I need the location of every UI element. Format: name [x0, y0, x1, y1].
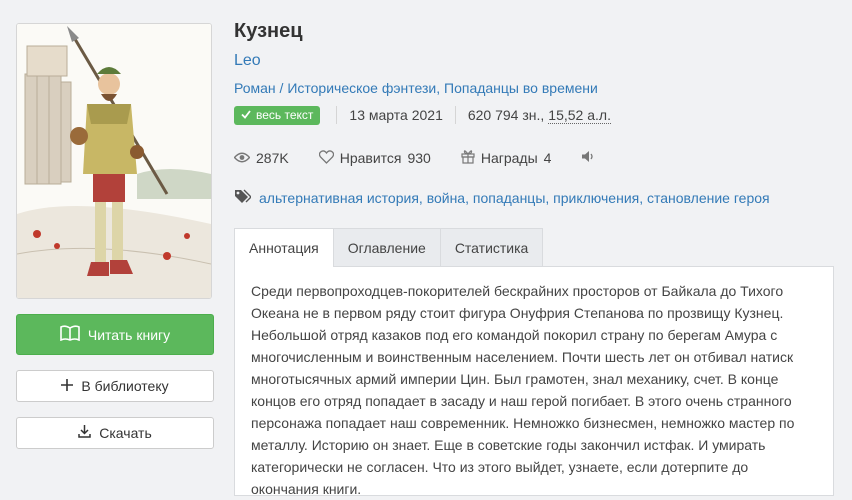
- tag-icon: [234, 189, 252, 206]
- download-icon: [78, 425, 91, 441]
- tab-contents[interactable]: Оглавление: [332, 228, 441, 266]
- author-link[interactable]: Leo: [234, 52, 834, 70]
- speaker-icon: [581, 150, 595, 166]
- book-title: Кузнец: [234, 20, 303, 42]
- views-stat: 287K: [233, 150, 289, 166]
- tab-statistics[interactable]: Статистика: [439, 228, 544, 266]
- download-button[interactable]: Скачать: [16, 417, 214, 449]
- awards-count: 4: [543, 150, 552, 166]
- views-count: 287K: [256, 150, 289, 166]
- listen-button[interactable]: [581, 150, 595, 166]
- book-info: Кузнец Leo Роман / Историческое фэнтези,…: [233, 18, 834, 206]
- book-size-chars: 620 794 зн.,: [467, 107, 545, 123]
- tag-link[interactable]: альтернативная история: [259, 190, 419, 206]
- heart-icon: [318, 149, 334, 167]
- annotation-panel: Среди первопроходцев-покорителей бескрай…: [234, 266, 834, 497]
- tags-row: альтернативная история, война, попаданцы…: [234, 189, 834, 206]
- tab-annotation[interactable]: Аннотация: [234, 228, 334, 267]
- genre-separator: ,: [436, 80, 445, 96]
- tag-link[interactable]: война: [427, 190, 465, 206]
- divider: [454, 106, 456, 124]
- left-column: Читать книгу В библиотеку Скачать: [16, 23, 214, 449]
- tag-link[interactable]: становление героя: [647, 190, 770, 206]
- full-text-label: весь текст: [256, 108, 314, 122]
- tag-separator: ,: [639, 189, 647, 206]
- tag-link[interactable]: приключения: [553, 190, 639, 206]
- tag-separator: ,: [418, 189, 427, 206]
- book-cover[interactable]: [16, 23, 212, 299]
- tag-separator: ,: [545, 189, 554, 206]
- annotation-text: Среди первопроходцев-покорителей бескрай…: [251, 283, 795, 497]
- gift-icon: [461, 149, 475, 167]
- plus-icon: [61, 378, 74, 394]
- full-text-badge: весь текст: [234, 105, 321, 125]
- tag-separator: ,: [465, 189, 473, 206]
- likes-count: 930: [407, 150, 431, 166]
- eye-icon: [233, 150, 251, 166]
- book-size-sheets: 15,52 а.л.: [548, 106, 611, 124]
- divider: [336, 106, 338, 124]
- tag-list: альтернативная история, война, попаданцы…: [259, 190, 770, 206]
- genre-link[interactable]: Историческое фэнтези: [287, 80, 436, 96]
- read-book-label: Читать книгу: [87, 326, 171, 343]
- awards-label: Награды: [480, 150, 538, 166]
- likes-label: Нравится: [339, 150, 402, 166]
- add-to-library-label: В библиотеку: [81, 378, 169, 394]
- awards-button[interactable]: Награды 4: [461, 149, 552, 167]
- book-meta: весь текст 13 марта 2021 620 794 зн., 15…: [234, 105, 834, 125]
- check-icon: [241, 108, 251, 122]
- like-button[interactable]: Нравится 930: [318, 149, 431, 167]
- download-label: Скачать: [99, 425, 152, 441]
- book-open-icon: [60, 325, 80, 344]
- add-to-library-button[interactable]: В библиотеку: [16, 370, 214, 402]
- cover-illustration: [17, 24, 211, 298]
- genres: Роман / Историческое фэнтези, Попаданцы …: [234, 80, 834, 96]
- publish-date: 13 марта 2021: [349, 107, 443, 123]
- stats-bar: 287K Нравится 930 Награды 4: [233, 149, 834, 167]
- tag-link[interactable]: попаданцы: [473, 190, 546, 206]
- genre-link[interactable]: Попаданцы во времени: [444, 80, 598, 96]
- genre-prefix[interactable]: Роман /: [234, 80, 287, 96]
- tabs: Аннотация Оглавление Статистика: [234, 228, 544, 267]
- read-book-button[interactable]: Читать книгу: [16, 314, 214, 355]
